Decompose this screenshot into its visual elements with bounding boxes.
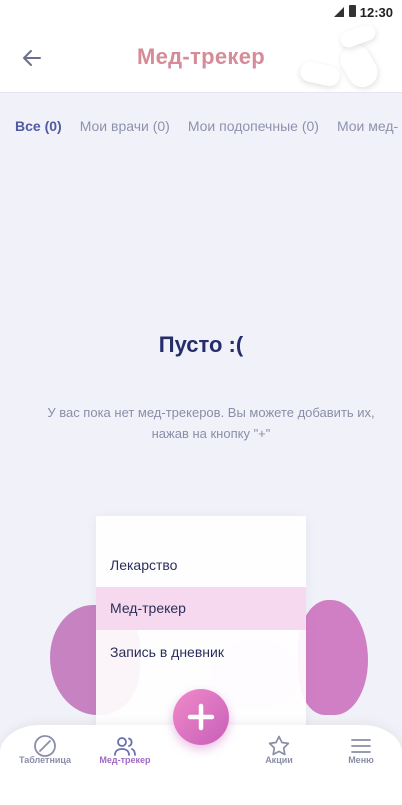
tab-my-doctors[interactable]: Мои врачи (0) [80,118,170,134]
empty-title: Пусто :( [158,332,244,357]
nav-label-menu[interactable]: Меню [316,755,402,765]
signal-icon [334,7,344,17]
status-time: 12:30 [359,5,393,20]
menu-item-medicine[interactable]: Лекарство [96,544,306,587]
tab-my-med[interactable]: Мои мед- [337,118,398,134]
nav-label-pillbox[interactable]: Таблетница [0,755,90,765]
nav-label-med-tracker[interactable]: Мед-трекер [80,755,170,765]
battery-icon [349,5,356,17]
header: Мед-трекер [0,24,402,93]
decorative-blob-right [298,600,368,715]
menu-item-med-tracker[interactable]: Мед-трекер [96,587,306,630]
tab-all[interactable]: Все (0) [15,118,62,134]
tab-bar: Все (0) Мои врачи (0) Мои подопечные (0) Мо… [15,118,402,134]
tab-my-wards[interactable]: Мои подопечные (0) [188,118,319,134]
empty-description: У вас пока нет мед-трекеров. Вы можете д… [47,405,375,441]
nav-label-promotions[interactable]: Акции [234,755,324,765]
add-button[interactable] [173,689,229,745]
plus-icon [187,703,215,731]
menu-item-diary-entry[interactable]: Запись в дневник [96,631,306,674]
status-bar: 12:30 [0,0,402,24]
